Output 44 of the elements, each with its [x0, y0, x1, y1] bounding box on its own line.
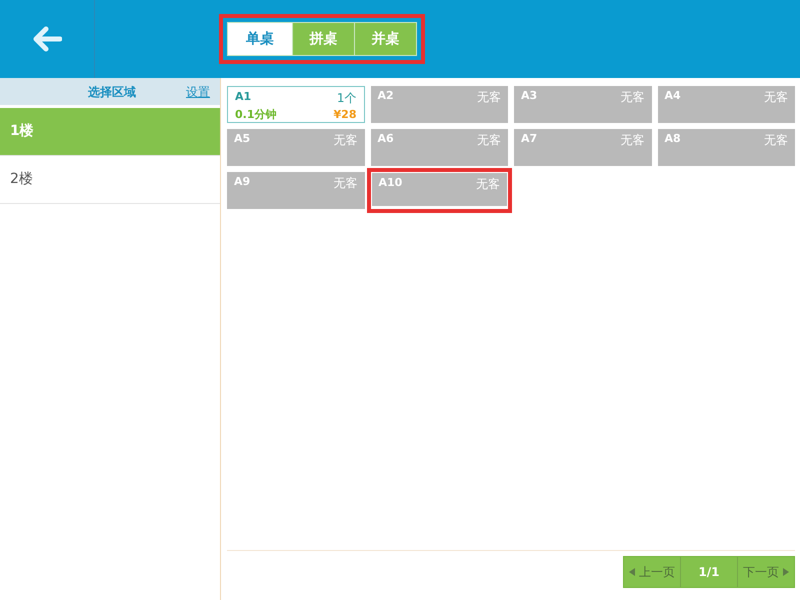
sidebar-title: 选择区域 [88, 84, 136, 100]
table-status: 无客 [764, 132, 788, 149]
table-card[interactable]: A5 无客 [227, 129, 364, 166]
page-indicator: 1/1 [697, 564, 721, 581]
table-status: 无客 [476, 176, 500, 193]
mode-tab[interactable]: 单桌 [228, 23, 292, 55]
settings-link[interactable]: 设置 [186, 82, 210, 100]
table-status: 无客 [334, 175, 358, 192]
table-name: A8 [664, 131, 681, 147]
table-card[interactable]: A7 无客 [514, 129, 652, 166]
table-name: A4 [664, 88, 681, 104]
table-name: A1 [235, 89, 252, 105]
table-card[interactable]: A9 无客 [227, 172, 364, 209]
next-page-button[interactable]: 下一页 [737, 557, 794, 587]
table-status: 无客 [764, 89, 788, 106]
elapsed-time: 0.1分钟 [235, 107, 276, 123]
bill-amount: ¥28 [334, 107, 356, 123]
table-name: A7 [521, 131, 538, 147]
table-status: 无客 [334, 132, 358, 149]
table-name: A6 [378, 131, 394, 147]
guest-count: 1个 [336, 90, 356, 107]
table-card[interactable]: A10 无客 [372, 173, 507, 206]
table-status: 无客 [477, 132, 501, 149]
previous-page-button[interactable]: 上一页 [624, 557, 681, 587]
area-item[interactable]: 1楼 [0, 108, 220, 156]
mode-tab[interactable]: 拼桌 [292, 23, 354, 55]
mode-tab[interactable]: 并桌 [354, 23, 416, 55]
table-name: A2 [378, 88, 394, 104]
table-card[interactable]: A6 无客 [370, 129, 508, 166]
table-name: A3 [521, 88, 538, 104]
table-card[interactable]: A1 1个 0.1分钟 ¥28 [227, 86, 364, 123]
table-name: A10 [378, 175, 402, 191]
table-card[interactable]: A8 无客 [658, 129, 795, 166]
table-card[interactable]: A3 无客 [514, 86, 652, 123]
table-status: 无客 [620, 132, 644, 149]
table-card[interactable]: A2 无客 [370, 86, 508, 123]
table-status: 无客 [477, 89, 501, 106]
table-name: A9 [234, 174, 250, 190]
left-triangle-icon [629, 568, 635, 576]
table-name: A5 [234, 131, 250, 147]
back-arrow-icon[interactable] [32, 26, 62, 52]
right-triangle-icon [783, 568, 789, 576]
table-card[interactable]: A4 无客 [658, 86, 795, 123]
table-status: 无客 [620, 89, 644, 106]
